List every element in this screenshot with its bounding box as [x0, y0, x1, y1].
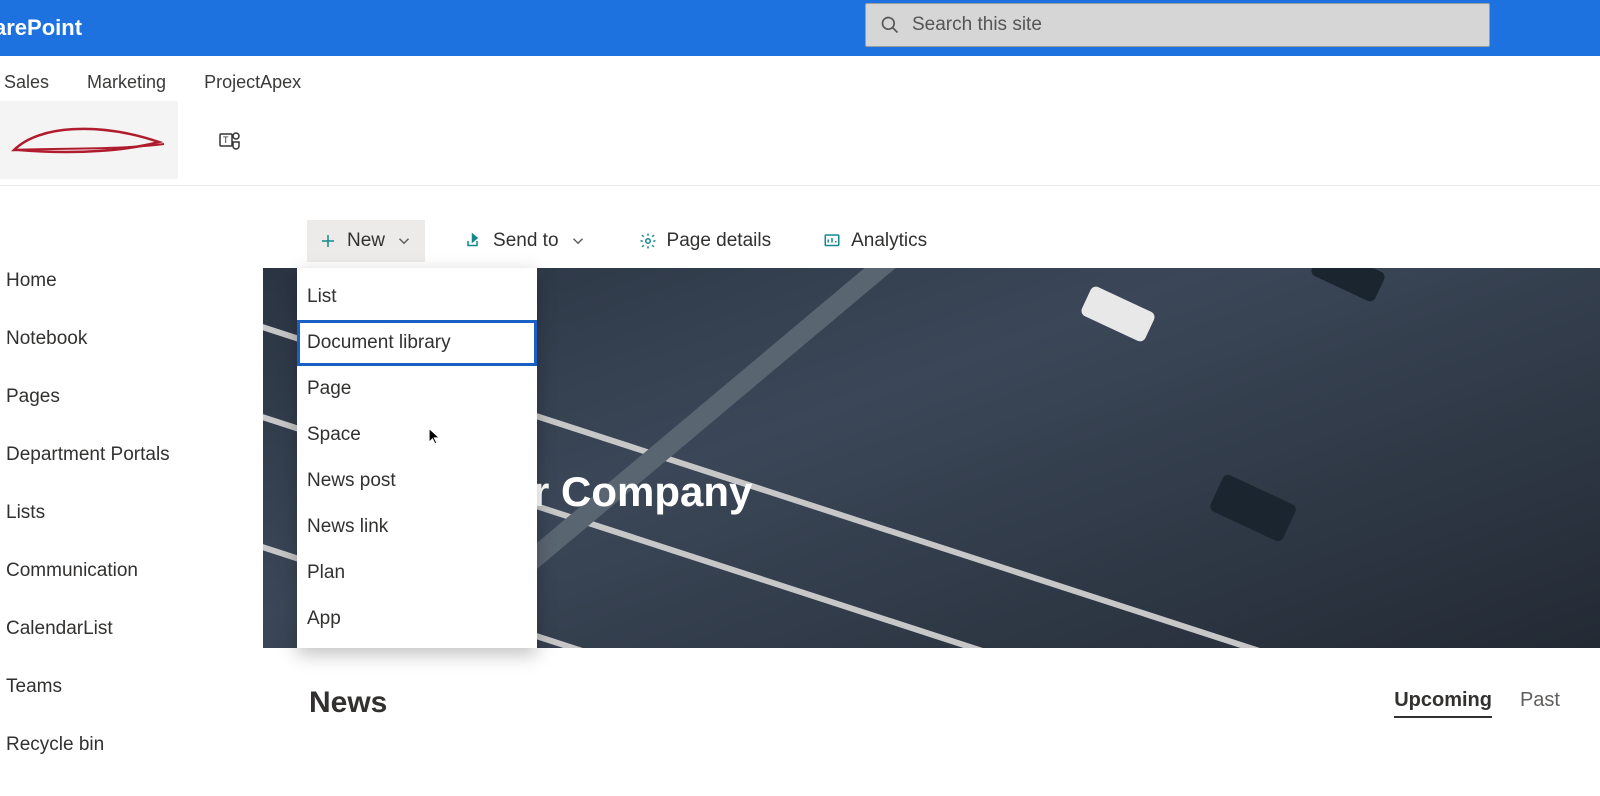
analytics-icon — [823, 232, 841, 250]
menu-item-list[interactable]: List — [297, 274, 537, 320]
send-to-button[interactable]: Send to — [453, 220, 599, 262]
news-section: News Upcoming Past — [309, 686, 1560, 720]
news-tab-upcoming[interactable]: Upcoming — [1394, 689, 1492, 718]
hero-title: r Company — [533, 468, 752, 516]
nav-teams[interactable]: Teams — [6, 658, 263, 716]
plus-icon — [319, 232, 337, 250]
menu-item-plan[interactable]: Plan — [297, 550, 537, 596]
app-name: arePoint — [0, 15, 82, 41]
site-header: T — [0, 94, 1600, 186]
nav-notebook[interactable]: Notebook — [6, 310, 263, 368]
menu-item-space[interactable]: Space — [297, 412, 537, 458]
nav-recycle-bin[interactable]: Recycle bin — [6, 716, 263, 774]
new-label: New — [347, 230, 385, 252]
nav-pages[interactable]: Pages — [6, 368, 263, 426]
nav-department-portals[interactable]: Department Portals — [6, 426, 263, 484]
gear-icon — [639, 232, 657, 250]
share-icon — [465, 232, 483, 250]
teams-icon[interactable]: T — [218, 128, 242, 152]
search-box[interactable]: Search this site — [865, 3, 1490, 47]
body: Home Notebook Pages Department Portals L… — [0, 186, 1600, 796]
analytics-label: Analytics — [851, 230, 927, 252]
menu-item-page[interactable]: Page — [297, 366, 537, 412]
hub-nav-sales[interactable]: Sales — [4, 72, 49, 93]
site-logo[interactable] — [0, 101, 178, 179]
new-button[interactable]: New — [307, 220, 425, 262]
hub-nav-marketing[interactable]: Marketing — [87, 72, 166, 93]
nav-communication[interactable]: Communication — [6, 542, 263, 600]
nav-home[interactable]: Home — [6, 252, 263, 310]
page-details-label: Page details — [667, 230, 772, 252]
cursor-icon — [425, 426, 445, 448]
news-tab-past[interactable]: Past — [1520, 689, 1560, 718]
analytics-button[interactable]: Analytics — [811, 220, 939, 262]
news-heading: News — [309, 686, 387, 720]
car-logo-icon — [9, 120, 169, 160]
search-icon — [880, 15, 900, 35]
hub-nav-projectapex[interactable]: ProjectApex — [204, 72, 301, 93]
new-dropdown-menu: List Document library Page Space News po… — [297, 268, 537, 648]
left-nav: Home Notebook Pages Department Portals L… — [0, 186, 263, 796]
page-details-button[interactable]: Page details — [627, 220, 784, 262]
nav-calendarlist[interactable]: CalendarList — [6, 600, 263, 658]
hub-nav: Sales Marketing ProjectApex — [0, 56, 1600, 94]
suite-bar: arePoint Search this site — [0, 0, 1600, 56]
news-tabs: Upcoming Past — [1394, 689, 1560, 718]
send-to-label: Send to — [493, 230, 559, 252]
svg-text:T: T — [223, 135, 229, 145]
content-area: New Send to Page details Analytics — [263, 186, 1600, 796]
search-placeholder: Search this site — [912, 14, 1042, 36]
chevron-down-icon — [569, 232, 587, 250]
menu-item-news-post[interactable]: News post — [297, 458, 537, 504]
nav-lists[interactable]: Lists — [6, 484, 263, 542]
menu-item-app[interactable]: App — [297, 596, 537, 642]
menu-item-document-library[interactable]: Document library — [297, 320, 537, 366]
command-bar: New Send to Page details Analytics — [263, 214, 1600, 268]
menu-item-news-link[interactable]: News link — [297, 504, 537, 550]
chevron-down-icon — [395, 232, 413, 250]
